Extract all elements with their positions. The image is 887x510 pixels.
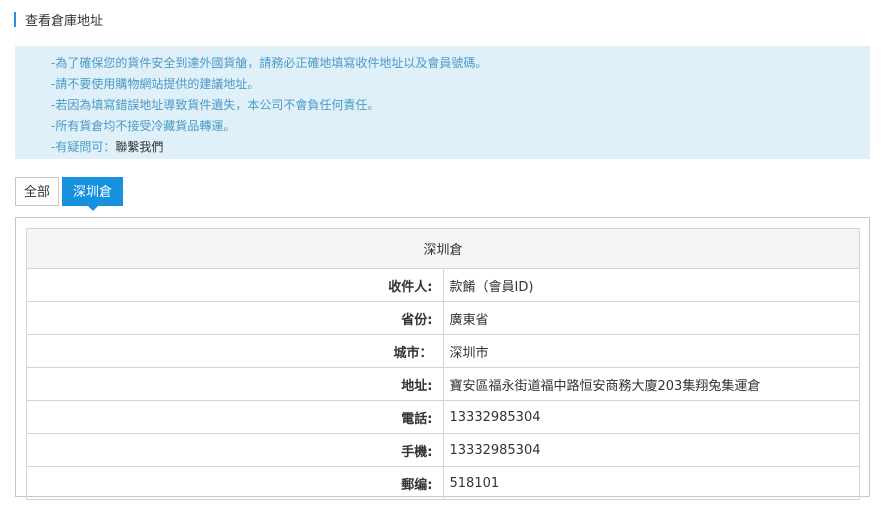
mobile-value[interactable]: 13332985304 <box>442 433 860 467</box>
notice-contact-line: -有疑問可：聯繫我們 <box>51 137 870 158</box>
address-table: 深圳倉 收件人: 款餚（會員ID) 省份: 廣東省 城市： 深圳市 地址: 寶安… <box>26 228 860 500</box>
title-accent-bar <box>14 11 16 27</box>
table-row: 手機: 13332985304 <box>26 433 860 467</box>
page-header: 查看倉庫地址 <box>14 10 104 29</box>
phone-value[interactable]: 13332985304 <box>442 400 860 434</box>
contact-us-link[interactable]: 聯繫我們 <box>115 140 163 154</box>
row-label: 地址: <box>26 367 444 401</box>
warehouse-tabs: 全部 深圳倉 <box>15 177 126 211</box>
row-label: 手機: <box>26 433 444 467</box>
address-panel: 深圳倉 收件人: 款餚（會員ID) 省份: 廣東省 城市： 深圳市 地址: 寶安… <box>15 217 870 500</box>
province-value[interactable]: 廣東省 <box>442 301 860 335</box>
row-label: 郵编: <box>26 466 444 500</box>
table-row: 城市： 深圳市 <box>26 334 860 368</box>
tab-all[interactable]: 全部 <box>15 177 60 206</box>
notice-line: -為了確保您的貨件安全到達外國貨艙，請務必正確地填寫收件地址以及會員號碼。 <box>51 56 488 70</box>
table-row: 地址: 寶安區福永街道福中路恒安商務大廈203集翔兔集運倉 <box>26 367 860 401</box>
tab-label: 深圳倉 <box>73 185 113 200</box>
warehouse-name: 深圳倉 <box>26 228 860 269</box>
contact-prefix: -有疑問可： <box>51 140 116 154</box>
address-value[interactable]: 寶安區福永街道福中路恒安商務大廈203集翔兔集運倉 <box>442 367 860 401</box>
row-label: 電話: <box>26 400 444 434</box>
table-header-row: 深圳倉 <box>26 228 860 269</box>
notice-line: -請不要使用購物網站提供的建議地址。 <box>51 77 260 91</box>
row-label: 收件人: <box>26 268 444 302</box>
row-label: 省份: <box>26 301 444 335</box>
row-label: 城市： <box>26 334 444 368</box>
notice-box: -為了確保您的貨件安全到達外國貨艙，請務必正確地填寫收件地址以及會員號碼。 -請… <box>15 46 870 159</box>
city-value[interactable]: 深圳市 <box>442 334 860 368</box>
postal-code-value[interactable]: 518101 <box>442 466 860 500</box>
active-tab-pointer <box>86 205 99 211</box>
table-row: 郵编: 518101 <box>26 466 860 500</box>
page-title: 查看倉庫地址 <box>25 13 104 29</box>
notice-line: -所有貨倉均不接受冷藏貨品轉運。 <box>51 119 236 133</box>
table-row: 電話: 13332985304 <box>26 400 860 434</box>
recipient-value[interactable]: 款餚（會員ID) <box>442 268 860 302</box>
notice-line: -若因為填寫錯誤地址導致貨件遺失，本公司不會負任何責任。 <box>51 98 380 112</box>
table-row: 省份: 廣東省 <box>26 301 860 335</box>
tab-shenzhen-warehouse[interactable]: 深圳倉 <box>62 177 124 211</box>
table-row: 收件人: 款餚（會員ID) <box>26 268 860 302</box>
